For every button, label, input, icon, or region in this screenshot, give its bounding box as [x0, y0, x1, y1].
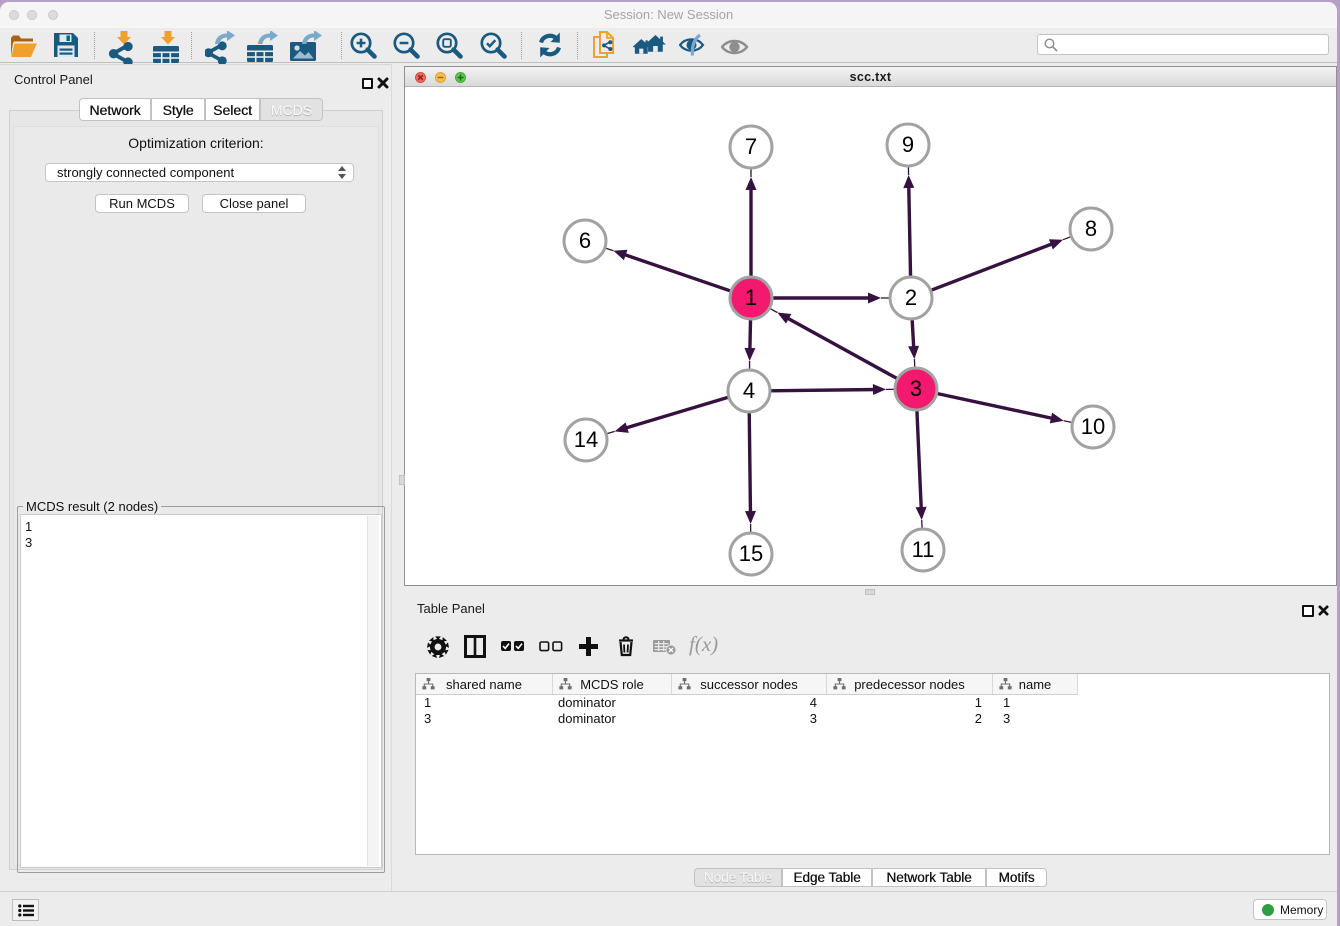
svg-text:8: 8 — [1084, 216, 1096, 241]
svg-text:1: 1 — [744, 285, 756, 310]
svg-text:3: 3 — [909, 376, 921, 401]
svg-text:14: 14 — [573, 427, 597, 452]
svg-text:11: 11 — [911, 537, 934, 562]
svg-text:15: 15 — [738, 541, 762, 566]
svg-text:7: 7 — [744, 134, 756, 159]
svg-text:6: 6 — [578, 228, 590, 253]
svg-text:4: 4 — [742, 378, 754, 403]
svg-text:9: 9 — [901, 132, 913, 157]
svg-text:10: 10 — [1080, 414, 1104, 439]
svg-text:2: 2 — [904, 285, 916, 310]
